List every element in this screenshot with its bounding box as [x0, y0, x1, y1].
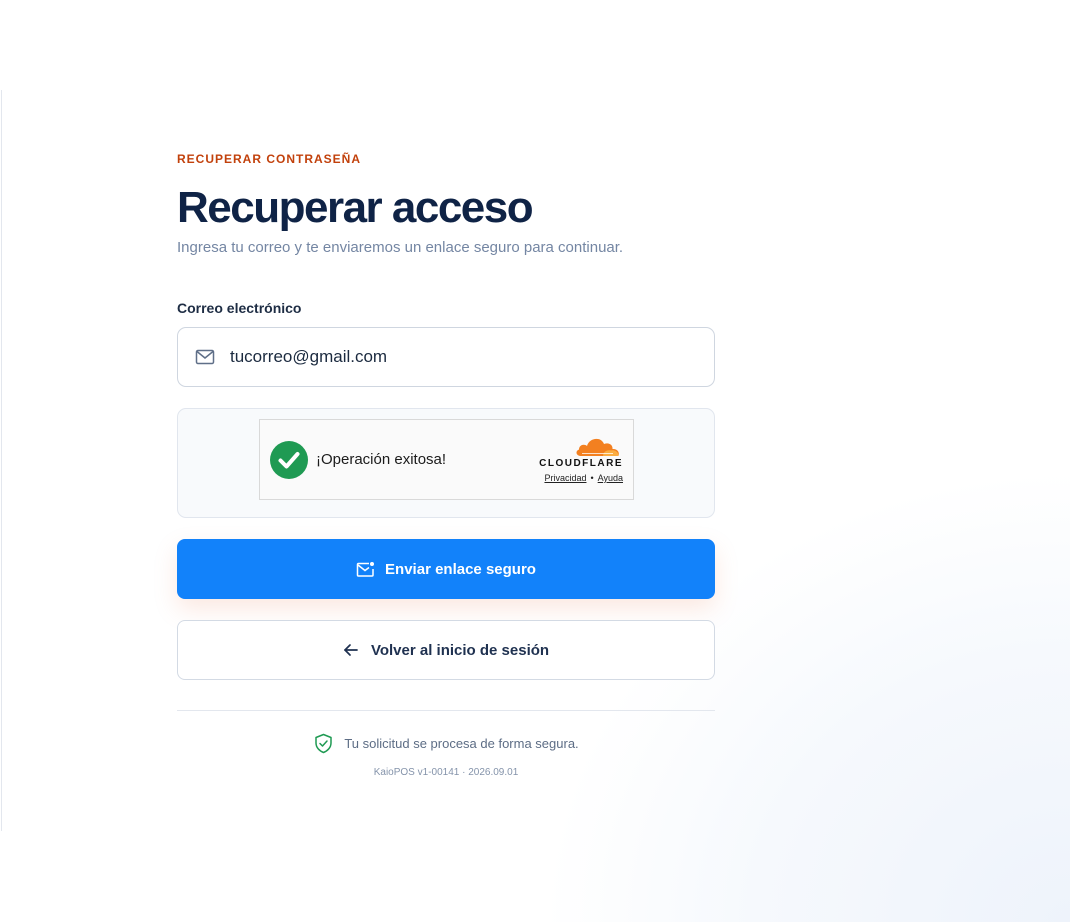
privacy-link[interactable]: Privacidad	[544, 473, 586, 483]
page-subtitle: Ingresa tu correo y te enviaremos un enl…	[177, 239, 624, 256]
send-button-label: Enviar enlace seguro	[385, 560, 536, 578]
back-to-login-button[interactable]: Volver al inicio de sesión	[177, 620, 715, 680]
mail-send-icon	[356, 561, 375, 577]
version-text: KaioPOS v1-00141 · 2026.09.01	[373, 767, 519, 778]
page-divider	[1, 90, 2, 831]
back-button-label: Volver al inicio de sesión	[370, 641, 550, 659]
footer-divider	[177, 710, 715, 711]
mail-icon	[195, 349, 215, 365]
turnstile-widget[interactable]: ¡Operación exitosa! CLOUDFLARE Privacida…	[259, 419, 634, 500]
arrow-left-icon	[344, 644, 358, 656]
check-circle-icon	[270, 441, 308, 479]
captcha-container: ¡Operación exitosa! CLOUDFLARE Privacida…	[177, 408, 715, 518]
cloudflare-logo-icon	[576, 438, 619, 456]
eyebrow-label: RECUPERAR CONTRASEÑA	[177, 152, 362, 166]
cloudflare-wordmark: CLOUDFLARE	[539, 458, 623, 469]
email-input[interactable]	[230, 328, 700, 386]
email-label: Correo electrónico	[177, 300, 302, 316]
cloudflare-brand: CLOUDFLARE Privacidad • Ayuda	[523, 434, 623, 483]
help-link[interactable]: Ayuda	[598, 473, 623, 483]
secure-note-text: Tu solicitud se procesa de forma segura.	[344, 736, 579, 751]
recover-panel: RECUPERAR CONTRASEÑA Recuperar acceso In…	[177, 0, 715, 922]
page-title: Recuperar acceso	[177, 183, 534, 232]
captcha-status: ¡Operación exitosa!	[316, 451, 447, 468]
send-secure-link-button[interactable]: Enviar enlace seguro	[177, 539, 715, 599]
secure-note: Tu solicitud se procesa de forma segura.	[177, 733, 715, 754]
captcha-links: Privacidad • Ayuda	[523, 473, 623, 483]
shield-check-icon	[315, 733, 333, 754]
link-separator: •	[590, 473, 594, 483]
email-field-wrapper[interactable]	[177, 327, 715, 387]
